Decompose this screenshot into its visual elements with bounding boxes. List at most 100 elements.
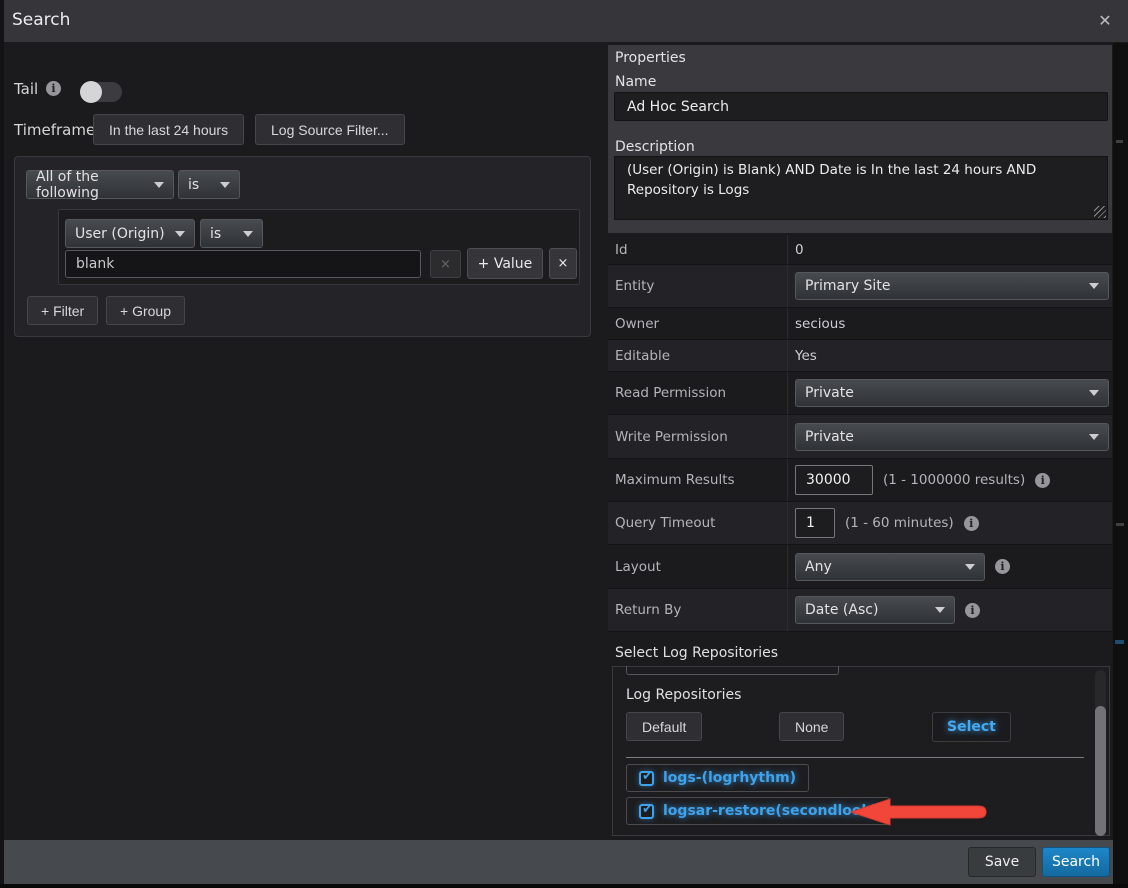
chevron-down-icon xyxy=(175,231,185,237)
checkbox-checked-icon[interactable]: ✔ xyxy=(639,771,654,786)
dropdown-value: Private xyxy=(805,429,854,445)
property-value: 0 xyxy=(795,242,804,258)
dropdown-value: Primary Site xyxy=(805,278,890,294)
property-dropdown[interactable]: Private xyxy=(795,423,1109,451)
property-row-id: Id 0 xyxy=(608,235,1112,265)
dropdown-value: Date (Asc) xyxy=(805,602,878,618)
save-button[interactable]: Save xyxy=(968,847,1036,877)
add-filter-button[interactable]: + Filter xyxy=(27,296,98,325)
dialog-footer: Save Search xyxy=(0,840,1128,884)
scrolled-input-remnant xyxy=(626,666,839,675)
add-group-button[interactable]: + Group xyxy=(106,296,185,325)
property-dropdown[interactable]: Date (Asc) xyxy=(795,596,955,624)
property-row-read-permission: Read Permission Private xyxy=(608,372,1112,415)
property-label: Owner xyxy=(608,308,788,339)
none-button[interactable]: None xyxy=(779,712,844,741)
timeframe-label: Timeframe xyxy=(14,121,95,139)
name-input[interactable] xyxy=(614,92,1108,121)
property-row-owner: Owner secious xyxy=(608,308,1112,340)
info-icon[interactable]: i xyxy=(964,516,979,531)
property-label: Entity xyxy=(608,265,788,307)
remove-value-button[interactable]: × xyxy=(430,250,461,278)
dialog-titlebar: Search ✕ xyxy=(0,0,1128,43)
timeframe-button[interactable]: In the last 24 hours xyxy=(93,114,244,145)
chevron-down-icon xyxy=(1089,390,1099,396)
search-dialog: Search ✕ Tail i Timeframe In the last 24… xyxy=(0,0,1128,888)
property-label: Write Permission xyxy=(608,415,788,458)
group-condition-value: is xyxy=(188,177,199,193)
property-row-layout: Layout Any i xyxy=(608,545,1112,589)
search-button[interactable]: Search xyxy=(1042,847,1110,877)
log-source-filter-button[interactable]: Log Source Filter... xyxy=(255,114,405,145)
tail-toggle[interactable] xyxy=(80,82,122,102)
add-value-button[interactable]: + Value xyxy=(467,248,543,279)
scrollbar-track[interactable] xyxy=(1095,670,1106,832)
rule-operator-dropdown[interactable]: is xyxy=(200,219,263,248)
chevron-down-icon xyxy=(154,182,164,188)
property-value: Yes xyxy=(795,348,817,364)
property-dropdown[interactable]: Primary Site xyxy=(795,272,1109,300)
info-icon[interactable]: i xyxy=(965,603,980,618)
close-icon[interactable]: ✕ xyxy=(1096,11,1114,31)
group-operator-dropdown[interactable]: All of the following xyxy=(26,170,174,199)
background-artifact xyxy=(0,0,4,884)
property-label: Query Timeout xyxy=(608,502,788,544)
properties-title: Properties xyxy=(615,50,686,66)
property-input[interactable] xyxy=(795,465,873,495)
property-row-maximum-results: Maximum Results (1 - 1000000 results) i xyxy=(608,459,1112,502)
property-row-entity: Entity Primary Site xyxy=(608,265,1112,308)
background-artifact xyxy=(1113,43,1128,888)
description-textarea[interactable]: (User (Origin) is Blank) AND Date is In … xyxy=(614,156,1108,220)
tail-info-icon[interactable]: i xyxy=(46,81,61,96)
default-button[interactable]: Default xyxy=(626,712,702,741)
property-label: Editable xyxy=(608,340,788,371)
property-value: secious xyxy=(795,316,845,332)
rule-value-input[interactable] xyxy=(65,250,421,278)
property-label: Read Permission xyxy=(608,372,788,414)
rule-field-dropdown[interactable]: User (Origin) xyxy=(65,219,195,248)
checkbox-checked-icon[interactable]: ✔ xyxy=(639,804,654,819)
filter-group-box: All of the following is User (Origin) is… xyxy=(14,156,591,337)
dropdown-value: Any xyxy=(805,559,832,575)
dialog-title: Search xyxy=(12,10,70,30)
scrollbar-thumb[interactable] xyxy=(1095,706,1106,836)
info-icon[interactable]: i xyxy=(1035,473,1050,488)
chevron-down-icon xyxy=(220,182,230,188)
property-row-return-by: Return By Date (Asc) i xyxy=(608,589,1112,632)
property-dropdown[interactable]: Private xyxy=(795,379,1109,407)
property-label: Layout xyxy=(608,545,788,588)
log-repositories-panel: Log Repositories Default None Select ✔lo… xyxy=(612,666,1110,836)
info-icon[interactable]: i xyxy=(995,559,1010,574)
group-condition-dropdown[interactable]: is xyxy=(178,170,240,199)
repository-chip-label: logsar-restore(secondlook) xyxy=(663,803,877,819)
filter-rule-box: User (Origin) is × + Value × xyxy=(58,209,580,285)
rule-operator-value: is xyxy=(210,226,221,242)
range-hint: (1 - 60 minutes) xyxy=(845,515,954,531)
dropdown-value: Private xyxy=(805,385,854,401)
chevron-down-icon xyxy=(243,231,253,237)
repository-chip[interactable]: ✔ logs-(logrhythm) xyxy=(626,764,809,792)
chevron-down-icon xyxy=(1089,434,1099,440)
property-label: Id xyxy=(608,235,788,264)
chevron-down-icon xyxy=(935,607,945,613)
properties-table: Id 0 Entity Primary Site Owner secious Editabl… xyxy=(608,235,1112,632)
property-row-write-permission: Write Permission Private xyxy=(608,415,1112,459)
description-label: Description xyxy=(615,139,695,155)
background-artifact xyxy=(0,884,1128,888)
range-hint: (1 - 1000000 results) xyxy=(883,472,1025,488)
highlight-arrow-icon xyxy=(850,797,990,827)
name-label: Name xyxy=(615,74,656,90)
select-button[interactable]: Select xyxy=(932,712,1011,742)
property-dropdown[interactable]: Any xyxy=(795,553,985,581)
property-input[interactable] xyxy=(795,508,835,538)
tail-label: Tail xyxy=(14,80,38,98)
remove-rule-button[interactable]: × xyxy=(549,248,577,279)
property-row-editable: Editable Yes xyxy=(608,340,1112,372)
toggle-knob xyxy=(80,81,102,103)
repository-chip-label: logs-(logrhythm) xyxy=(663,770,796,786)
chevron-down-icon xyxy=(1089,283,1099,289)
property-label: Maximum Results xyxy=(608,459,788,501)
property-label: Return By xyxy=(608,589,788,631)
divider xyxy=(626,757,1084,758)
select-log-repositories-label: Select Log Repositories xyxy=(615,645,778,661)
